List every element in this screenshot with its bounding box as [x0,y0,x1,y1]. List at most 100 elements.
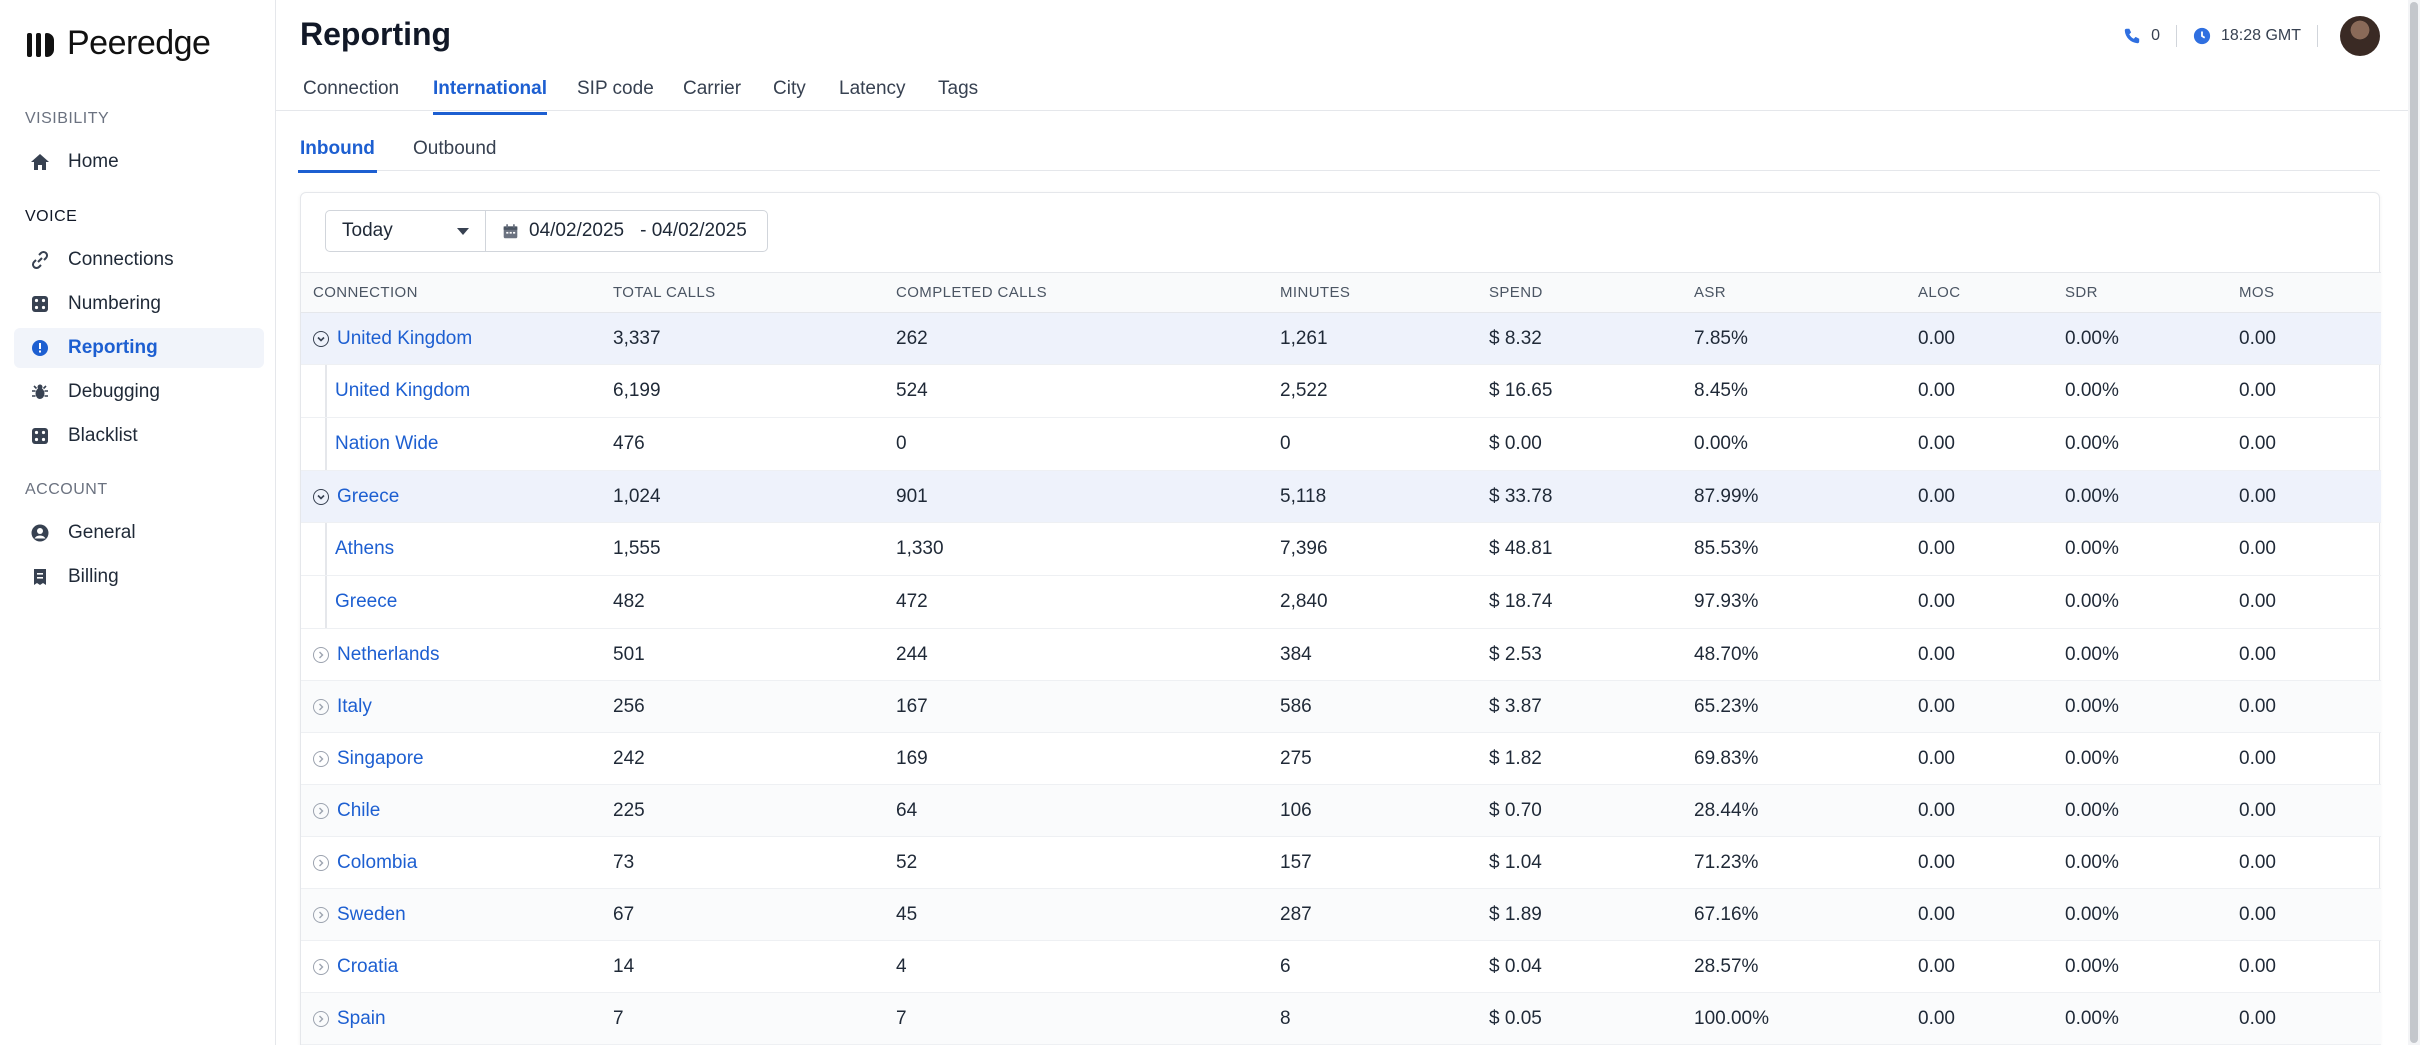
column-header-connection[interactable]: Connection [301,272,613,313]
tab-sip-code[interactable]: SIP code [577,78,654,112]
sidebar-item-numbering[interactable]: Numbering [14,284,264,324]
period-select[interactable]: Today [326,211,486,251]
user-circle-icon [28,521,52,545]
expand-row-icon[interactable] [313,906,329,923]
connection-cell: Nation Wide [313,418,613,470]
cell-spend: $ 33.78 [1489,470,1694,523]
period-value: Today [342,220,393,241]
cell-aloc: 0.00 [1918,417,2065,471]
column-header-aloc[interactable]: ALOC [1918,272,2065,313]
tab-outbound[interactable]: Outbound [411,138,498,170]
scrollbar-thumb[interactable] [2410,2,2418,1043]
cell-aloc: 0.00 [1918,732,2065,785]
table-child-row: United Kingdom 6,199 524 2,522 $ 16.65 8.45% 0… [301,364,2381,418]
date-to: - 04/02/2025 [640,220,747,241]
cell-minutes: 2,840 [1280,575,1489,629]
expand-row-icon[interactable] [313,750,329,767]
tab-connection[interactable]: Connection [303,78,399,112]
connection-link[interactable]: Netherlands [337,644,439,666]
connection-link[interactable]: Colombia [337,852,417,874]
expand-row-icon[interactable] [313,854,329,871]
cell-spend: $ 18.74 [1489,575,1694,629]
expand-row-icon[interactable] [313,1010,329,1027]
cell-connection: United Kingdom [301,312,613,365]
table-row: Chile 225 64 106 $ 0.70 28.44% 0.00 0.00% 0.00 [301,784,2381,837]
filter-bar: Today 04/02/2025 - 04/02/2025 [325,210,768,252]
column-header-sdr[interactable]: SDR [2065,272,2239,313]
column-header-minutes[interactable]: Minutes [1280,272,1489,313]
connection-link[interactable]: Nation Wide [335,433,439,455]
tab-city[interactable]: City [773,78,806,112]
date-range-picker[interactable]: 04/02/2025 - 04/02/2025 [486,211,767,251]
column-header-completed-calls[interactable]: Completed Calls [896,272,1280,313]
sidebar-item-general[interactable]: General [14,513,264,553]
sidebar-item-label: General [68,522,136,543]
table-row: Spain 7 7 8 $ 0.05 100.00% 0.00 0.00% 0.00 [301,992,2381,1045]
tab-latency[interactable]: Latency [839,78,906,112]
receipt-icon [28,565,52,589]
connection-link[interactable]: Athens [335,538,394,560]
cell-total-calls: 67 [613,888,896,941]
tab-inbound[interactable]: Inbound [298,138,377,173]
bug-icon [28,380,52,404]
column-header-total-calls[interactable]: Total Calls [613,272,896,313]
connection-link[interactable]: Italy [337,696,372,718]
dice-icon [28,292,52,316]
cell-sdr: 0.00% [2065,836,2239,889]
connection-link[interactable]: Greece [337,486,399,508]
report-card: Today 04/02/2025 - 04/02/2025 Connection… [300,192,2381,1045]
column-header-mos[interactable]: MOS [2239,272,2381,313]
header-status: 0 18:28 GMT [2123,16,2380,56]
connection-link[interactable]: United Kingdom [337,328,472,350]
cell-connection: Greece [301,470,613,523]
clock-icon [2193,27,2211,45]
sidebar-item-billing[interactable]: Billing [14,557,264,597]
cell-sdr: 0.00% [2065,312,2239,365]
cell-mos: 0.00 [2239,784,2381,837]
tab-international[interactable]: International [433,78,548,115]
connection-link[interactable]: Spain [337,1008,386,1030]
cell-mos: 0.00 [2239,680,2381,733]
sidebar-item-blacklist[interactable]: Blacklist [14,416,264,456]
user-avatar[interactable] [2340,16,2380,56]
connection-cell: Athens [313,523,613,575]
connection-link[interactable]: United Kingdom [335,380,470,402]
cell-completed-calls: 167 [896,680,1280,733]
expand-row-icon[interactable] [313,958,329,975]
active-calls-count: 0 [2151,27,2160,44]
connection-cell: Croatia [313,956,613,978]
cell-completed-calls: 901 [896,470,1280,523]
logo[interactable]: Peeredge [27,24,211,63]
expand-row-icon[interactable] [313,698,329,715]
cell-sdr: 0.00% [2065,992,2239,1045]
connection-link[interactable]: Singapore [337,748,424,770]
column-header-asr[interactable]: ASR [1694,272,1918,313]
connection-cell: Greece [313,486,613,508]
sidebar-item-connections[interactable]: Connections [14,240,264,280]
page-scrollbar[interactable] [2408,0,2420,1045]
alert-circle-icon [28,336,52,360]
expand-row-icon[interactable] [313,646,329,663]
tab-carrier[interactable]: Carrier [683,78,741,112]
cell-spend: $ 0.05 [1489,992,1694,1045]
tab-tags[interactable]: Tags [938,78,978,112]
collapse-row-icon[interactable] [313,330,329,347]
cell-spend: $ 16.65 [1489,364,1694,418]
cell-sdr: 0.00% [2065,522,2239,576]
collapse-row-icon[interactable] [313,488,329,505]
connection-link[interactable]: Croatia [337,956,398,978]
cell-minutes: 0 [1280,417,1489,471]
sidebar-item-label: Debugging [68,381,160,402]
cell-completed-calls: 472 [896,575,1280,629]
connection-cell: United Kingdom [313,365,613,417]
column-header-spend[interactable]: Spend [1489,272,1694,313]
sidebar: Peeredge VISIBILITY Home VOICE Connectio… [0,0,276,1045]
connection-link[interactable]: Sweden [337,904,406,926]
sidebar-item-home[interactable]: Home [14,142,264,182]
expand-row-icon[interactable] [313,802,329,819]
connection-link[interactable]: Greece [335,591,397,613]
sidebar-item-reporting[interactable]: Reporting [14,328,264,368]
sidebar-item-debugging[interactable]: Debugging [14,372,264,412]
connection-cell: Italy [313,696,613,718]
connection-link[interactable]: Chile [337,800,380,822]
